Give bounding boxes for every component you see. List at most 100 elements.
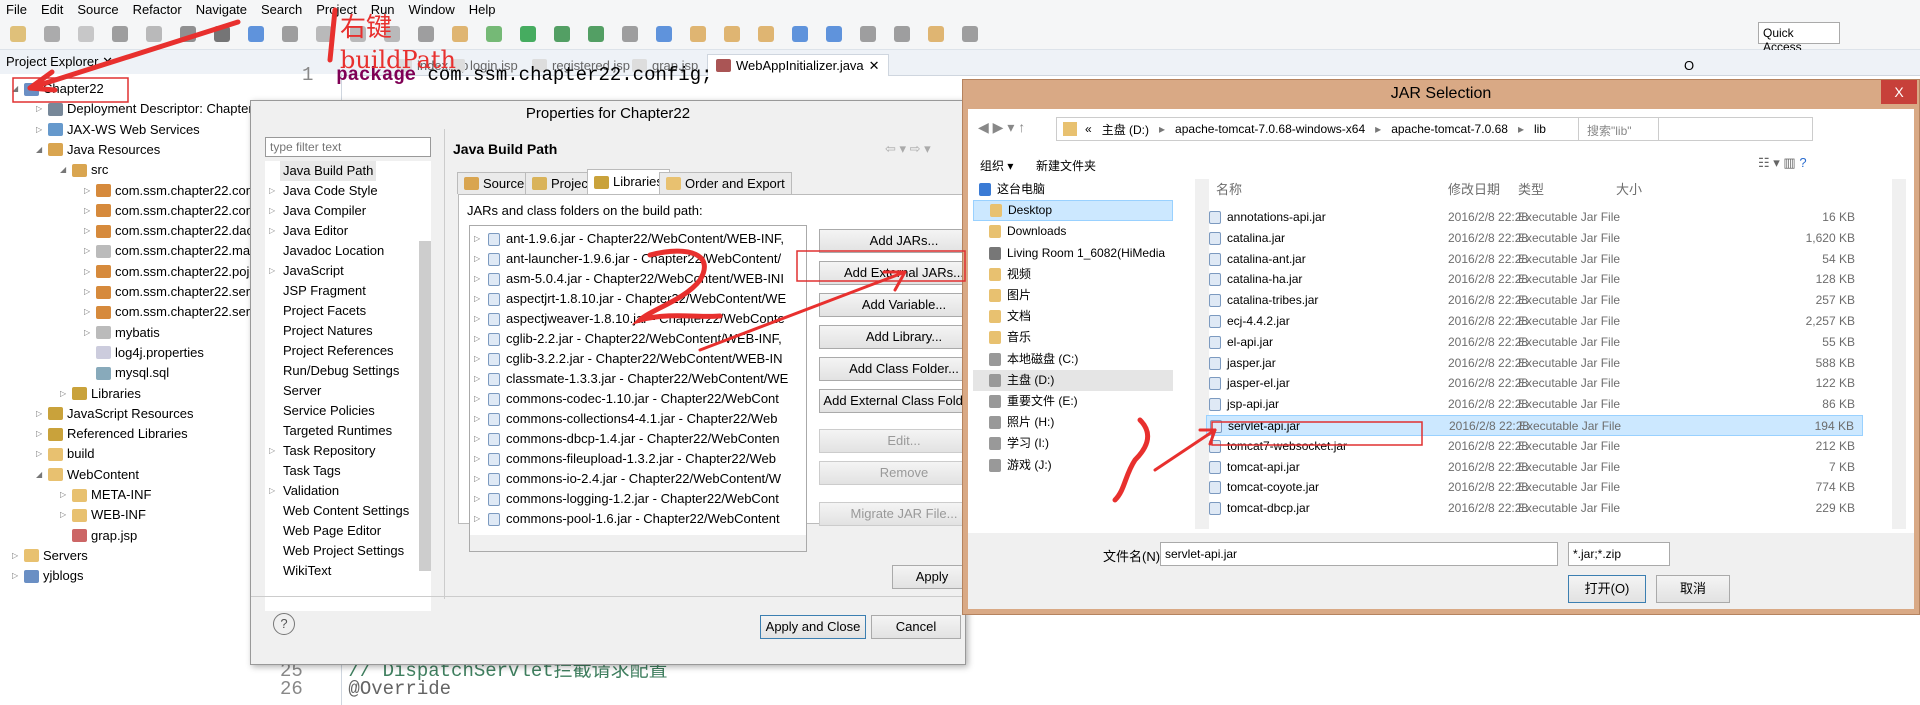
tree-item[interactable]: ▷ JavaScript Resources — [36, 404, 193, 424]
expand-toggle-icon[interactable]: ◢ — [60, 160, 68, 180]
toolbar-button-icon[interactable] — [622, 26, 638, 42]
toolbar-button-icon[interactable] — [350, 26, 366, 42]
property-page-item[interactable]: Validation — [283, 481, 339, 501]
breadcrumb-item[interactable]: « — [1085, 122, 1092, 136]
expand-toggle-icon[interactable]: ▷ — [269, 441, 275, 461]
expand-toggle-icon[interactable]: ▷ — [474, 329, 482, 349]
file-row[interactable]: jsp-api.jar 2016/2/8 22:28 Executable Jar … — [1206, 394, 1863, 415]
expand-toggle-icon[interactable]: ▷ — [60, 485, 68, 505]
property-page-item[interactable]: Task Tags — [283, 461, 341, 481]
toolbar-button-icon[interactable] — [452, 26, 468, 42]
jar-list-item[interactable]: ▷ classmate-1.3.3.jar - Chapter22/WebCont… — [474, 369, 788, 389]
nav-item[interactable]: 音乐 — [973, 327, 1173, 348]
expand-toggle-icon[interactable]: ▷ — [84, 241, 92, 261]
jar-list-item[interactable]: ▷ commons-io-2.4.jar - Chapter22/WebConte… — [474, 469, 781, 489]
open-button[interactable]: 打开(O) — [1568, 575, 1646, 603]
file-row[interactable]: catalina-ant.jar 2016/2/8 22:28 Executable… — [1206, 249, 1863, 270]
toolbar-button-icon[interactable] — [282, 26, 298, 42]
tree-item[interactable]: ▷ Libraries — [60, 384, 141, 404]
tree-item[interactable]: ▷ com.ssm.chapter22.mappe — [84, 241, 272, 261]
toolbar-button-icon[interactable] — [758, 26, 774, 42]
nav-item[interactable]: 游戏 (J:) — [973, 455, 1173, 476]
toolbar-button-icon[interactable] — [78, 26, 94, 42]
tree-item[interactable]: ▷ Servers — [12, 546, 88, 566]
tree-item[interactable]: ▷ META-INF — [60, 485, 151, 505]
nav-item[interactable]: 视频 — [973, 264, 1173, 285]
property-page-item[interactable]: Java Editor — [283, 221, 348, 241]
file-row[interactable]: tomcat-coyote.jar 2016/2/8 22:28 Executabl… — [1206, 477, 1863, 498]
tree-item[interactable]: ▷ WEB-INF — [60, 505, 146, 525]
tree-item[interactable]: ▷ com.ssm.chapter22.service — [84, 282, 273, 302]
tree-item[interactable]: ▷ JAX-WS Web Services — [36, 120, 200, 140]
jar-list-item[interactable]: ▷ asm-5.0.4.jar - Chapter22/WebContent/WE… — [474, 269, 784, 289]
expand-toggle-icon[interactable]: ▷ — [474, 349, 482, 369]
menu-navigate[interactable]: Navigate — [196, 2, 247, 17]
property-page-item[interactable]: Web Project Settings — [283, 541, 404, 561]
property-page-item[interactable]: Java Compiler — [283, 201, 366, 221]
quick-access-input[interactable]: Quick Access — [1758, 22, 1840, 54]
nav-item[interactable]: 图片 — [973, 285, 1173, 306]
expand-toggle-icon[interactable]: ▷ — [269, 481, 275, 501]
expand-toggle-icon[interactable]: ◢ — [12, 79, 20, 99]
close-icon[interactable]: ✕ — [869, 58, 880, 74]
toolbar-button-icon[interactable] — [180, 26, 196, 42]
property-page-item[interactable]: Web Content Settings — [283, 501, 409, 521]
property-page-item[interactable]: Project Natures — [283, 321, 373, 341]
expand-toggle-icon[interactable]: ▷ — [36, 424, 44, 444]
expand-toggle-icon[interactable]: ▷ — [474, 489, 482, 509]
column-header-name[interactable]: 名称 — [1216, 179, 1242, 198]
expand-toggle-icon[interactable]: ▷ — [474, 469, 482, 489]
expand-toggle-icon[interactable]: ▷ — [474, 449, 482, 469]
toolbar-button-icon[interactable] — [928, 26, 944, 42]
file-row[interactable]: catalina-tribes.jar 2016/2/8 22:28 Executa… — [1206, 290, 1863, 311]
tab-source[interactable]: Source — [457, 172, 532, 194]
back-forward-icon[interactable]: ⇦ ▾ ⇨ ▾ — [885, 141, 931, 157]
nav-item[interactable]: Living Room 1_6082(HiMedia — [973, 243, 1173, 264]
filter-input[interactable] — [265, 137, 431, 157]
tree-item[interactable]: ◢ Java Resources — [36, 140, 160, 160]
tree-item[interactable]: ▷ com.ssm.chapter22.service. — [84, 302, 277, 322]
toolbar-button-icon[interactable] — [826, 26, 842, 42]
toolbar-button-icon[interactable] — [44, 26, 60, 42]
column-header-type[interactable]: 类型 — [1518, 179, 1544, 198]
toolbar-button-icon[interactable] — [894, 26, 910, 42]
breadcrumb-item[interactable]: apache-tomcat-7.0.68-windows-x64 — [1175, 122, 1365, 136]
expand-toggle-icon[interactable]: ▷ — [474, 249, 482, 269]
expand-toggle-icon[interactable]: ▷ — [269, 201, 275, 221]
expand-toggle-icon[interactable]: ▷ — [12, 566, 20, 586]
address-bar[interactable]: « 主盘 (D:) ▸ apache-tomcat-7.0.68-windows-x6… — [1056, 117, 1659, 141]
tree-item[interactable]: ▷ Referenced Libraries — [36, 424, 188, 444]
property-page-item[interactable]: Project References — [283, 341, 394, 361]
property-page-item[interactable]: Service Policies — [283, 401, 375, 421]
file-row[interactable]: tomcat-dbcp.jar 2016/2/8 22:28 Executable … — [1206, 498, 1863, 519]
cancel-button[interactable]: 取消 — [1656, 575, 1730, 603]
back-forward-icon[interactable]: ◀ ▶ ▾ ↑ — [978, 119, 1025, 136]
apply-and-close-button[interactable]: Apply and Close — [760, 615, 866, 639]
filename-input[interactable]: servlet-api.jar — [1160, 542, 1558, 566]
close-button[interactable]: X — [1881, 80, 1917, 104]
expand-toggle-icon[interactable]: ▷ — [474, 429, 482, 449]
breadcrumb-item[interactable]: apache-tomcat-7.0.68 — [1391, 122, 1508, 136]
toolbar-button-icon[interactable] — [554, 26, 570, 42]
expand-toggle-icon[interactable]: ▷ — [84, 282, 92, 302]
toolbar-button-icon[interactable] — [112, 26, 128, 42]
horizontal-scrollbar[interactable] — [470, 535, 806, 551]
column-header-date[interactable]: 修改日期 — [1448, 179, 1500, 198]
expand-toggle-icon[interactable]: ▷ — [269, 261, 275, 281]
property-page-item[interactable]: Server — [283, 381, 321, 401]
tree-item[interactable]: ▷ yjblogs — [12, 566, 83, 586]
toolbar-button-icon[interactable] — [248, 26, 264, 42]
scrollbar[interactable] — [1892, 179, 1906, 529]
breadcrumb-item[interactable]: lib — [1534, 122, 1546, 136]
tree-item[interactable]: ▷ com.ssm.chapter22.control — [84, 201, 271, 221]
jar-list-item[interactable]: ▷ cglib-2.2.jar - Chapter22/WebContent/WE… — [474, 329, 782, 349]
view-options-icon[interactable]: ☷ ▾ ▥ ? — [1758, 155, 1807, 171]
new-folder-button[interactable]: 新建文件夹 — [1036, 157, 1096, 174]
expand-toggle-icon[interactable]: ▷ — [84, 201, 92, 221]
toolbar-button-icon[interactable] — [588, 26, 604, 42]
file-row[interactable]: tomcat-api.jar 2016/2/8 22:28 Executable J… — [1206, 457, 1863, 478]
nav-item[interactable]: 主盘 (D:) — [973, 369, 1173, 391]
toolbar-button-icon[interactable] — [792, 26, 808, 42]
toolbar-button-icon[interactable] — [214, 26, 230, 42]
jar-list-item[interactable]: ▷ ant-launcher-1.9.6.jar - Chapter22/WebC… — [474, 249, 781, 269]
